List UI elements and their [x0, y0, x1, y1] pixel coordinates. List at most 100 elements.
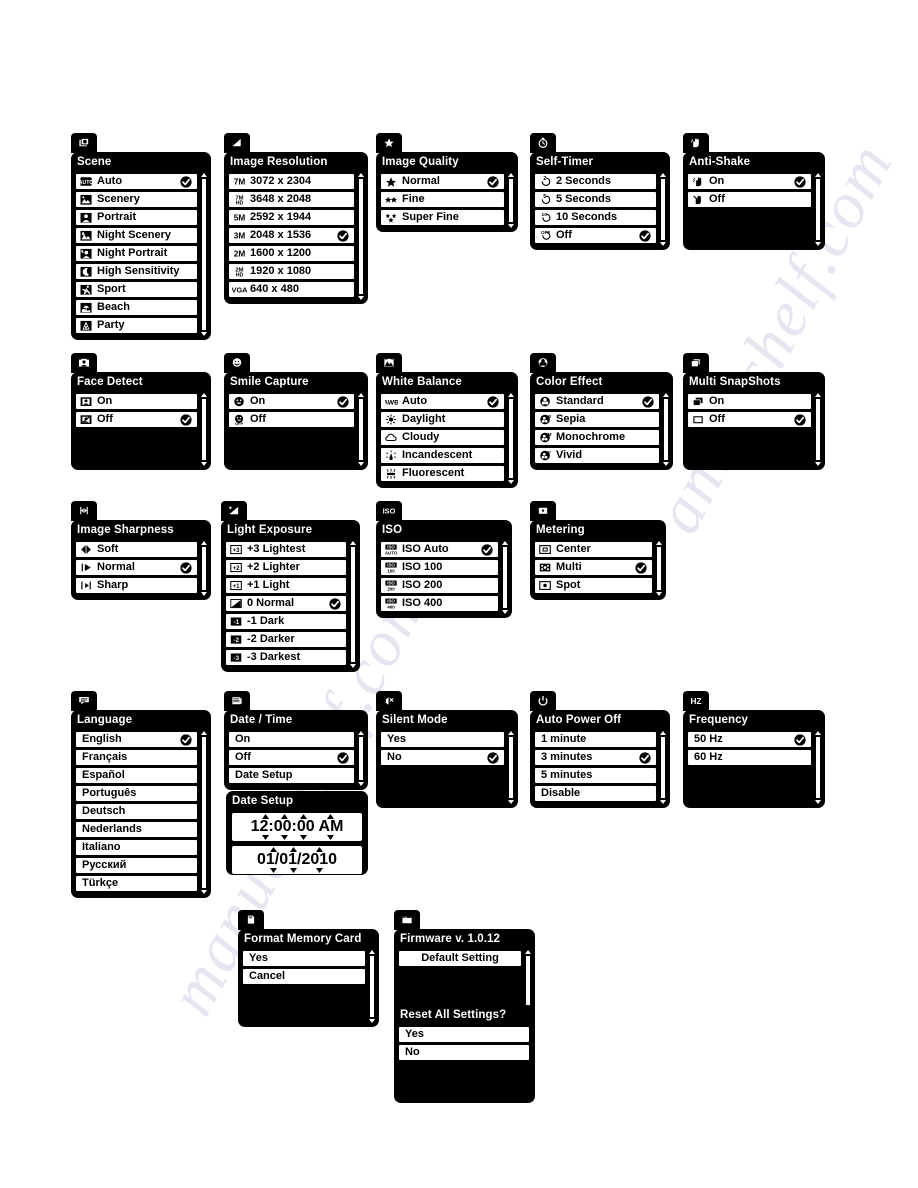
- menu-item-white-balance-3[interactable]: Incandescent: [380, 447, 505, 464]
- menu-item-reset-all-settings-1[interactable]: No: [398, 1044, 530, 1061]
- menu-item-color-effect-0[interactable]: Standard: [534, 393, 660, 410]
- menu-item-date-time-2[interactable]: Date Setup: [228, 767, 355, 784]
- menu-item-iso-0[interactable]: ISO AUTO ISO Auto: [380, 541, 499, 558]
- menu-item-white-balance-2[interactable]: Cloudy: [380, 429, 505, 446]
- menu-item-image-resolution-0[interactable]: 7M 3072 x 2304: [228, 173, 355, 190]
- menu-item-light-exposure-0[interactable]: +3 +3 Lightest: [225, 541, 347, 558]
- scrollbar-auto-power-off[interactable]: [660, 731, 666, 804]
- menu-item-language-0[interactable]: English: [75, 731, 198, 748]
- menu-item-reset-all-settings-0[interactable]: Yes: [398, 1026, 530, 1043]
- menu-item-language-2[interactable]: Español: [75, 767, 198, 784]
- scrollbar-track[interactable]: [660, 736, 666, 799]
- menu-item-white-balance-0[interactable]: AWBAuto: [380, 393, 505, 410]
- scroll-down-arrow-icon[interactable]: [815, 800, 821, 804]
- scroll-down-arrow-icon[interactable]: [369, 1019, 375, 1023]
- menu-item-scene-4[interactable]: Night Portrait: [75, 245, 198, 262]
- menu-item-language-3[interactable]: Português: [75, 785, 198, 802]
- menu-item-language-5[interactable]: Nederlands: [75, 821, 198, 838]
- scrollbar-color-effect[interactable]: [663, 393, 669, 466]
- menu-item-light-exposure-4[interactable]: -1 -1 Dark: [225, 613, 347, 630]
- scrollbar-frequency[interactable]: [815, 731, 821, 804]
- menu-item-image-resolution-6[interactable]: VGA 640 x 480: [228, 281, 355, 298]
- scroll-up-arrow-icon[interactable]: [358, 173, 364, 177]
- scroll-down-arrow-icon[interactable]: [815, 242, 821, 246]
- menu-item-anti-shake-0[interactable]: On: [687, 173, 812, 190]
- menu-item-light-exposure-6[interactable]: -3 -3 Darkest: [225, 649, 347, 666]
- scroll-up-arrow-icon[interactable]: [508, 393, 514, 397]
- scrollbar-iso[interactable]: [502, 541, 508, 614]
- menu-item-self-timer-2[interactable]: 10 10 Seconds: [534, 209, 657, 226]
- menu-item-auto-power-off-0[interactable]: 1 minute: [534, 731, 657, 748]
- scroll-down-arrow-icon[interactable]: [660, 800, 666, 804]
- scroll-up-arrow-icon[interactable]: [358, 393, 364, 397]
- menu-item-smile-capture-1[interactable]: OFF Off: [228, 411, 355, 428]
- scrollbar-white-balance[interactable]: [508, 393, 514, 484]
- menu-item-light-exposure-1[interactable]: +2 +2 Lighter: [225, 559, 347, 576]
- scrollbar-track[interactable]: [508, 736, 514, 799]
- menu-item-silent-mode-0[interactable]: Yes: [380, 731, 505, 748]
- menu-item-image-quality-0[interactable]: Normal: [380, 173, 505, 190]
- scrollbar-track[interactable]: [508, 398, 514, 479]
- menu-item-image-resolution-2[interactable]: 5M 2592 x 1944: [228, 209, 355, 226]
- menu-item-color-effect-1[interactable]: S Sepia: [534, 411, 660, 428]
- scroll-up-arrow-icon[interactable]: [656, 541, 662, 545]
- scroll-down-arrow-icon[interactable]: [358, 296, 364, 300]
- menu-item-metering-0[interactable]: Center: [534, 541, 653, 558]
- menu-item-image-quality-2[interactable]: Super Fine: [380, 209, 505, 226]
- menu-item-scene-7[interactable]: Beach: [75, 299, 198, 316]
- menu-item-metering-1[interactable]: Multi: [534, 559, 653, 576]
- scrollbar-track[interactable]: [350, 546, 356, 663]
- scrollbar-track[interactable]: [815, 178, 821, 241]
- scroll-up-arrow-icon[interactable]: [201, 541, 207, 545]
- menu-item-language-4[interactable]: Deutsch: [75, 803, 198, 820]
- menu-item-format-memory-card-1[interactable]: Cancel: [242, 968, 366, 985]
- scroll-up-arrow-icon[interactable]: [663, 393, 669, 397]
- menu-item-multi-snapshots-1[interactable]: Off: [687, 411, 812, 428]
- scrollbar-light-exposure[interactable]: [350, 541, 356, 668]
- menu-item-image-resolution-3[interactable]: 3M 2048 x 1536: [228, 227, 355, 244]
- scroll-down-arrow-icon[interactable]: [508, 800, 514, 804]
- scrollbar-track[interactable]: [369, 955, 375, 1018]
- scroll-up-arrow-icon[interactable]: [369, 950, 375, 954]
- menu-item-format-memory-card-0[interactable]: Yes: [242, 950, 366, 967]
- menu-item-frequency-1[interactable]: 60 Hz: [687, 749, 812, 766]
- menu-item-language-7[interactable]: Русский: [75, 857, 198, 874]
- scrollbar-face-detect[interactable]: [201, 393, 207, 466]
- menu-item-language-6[interactable]: Italiano: [75, 839, 198, 856]
- scroll-up-arrow-icon[interactable]: [508, 173, 514, 177]
- menu-item-auto-power-off-1[interactable]: 3 minutes: [534, 749, 657, 766]
- scroll-up-arrow-icon[interactable]: [502, 541, 508, 545]
- scroll-up-arrow-icon[interactable]: [201, 173, 207, 177]
- menu-item-auto-power-off-3[interactable]: Disable: [534, 785, 657, 802]
- scroll-up-arrow-icon[interactable]: [660, 731, 666, 735]
- menu-item-self-timer-0[interactable]: 2 2 Seconds: [534, 173, 657, 190]
- scrollbar-language[interactable]: [201, 731, 207, 894]
- menu-item-white-balance-1[interactable]: Daylight: [380, 411, 505, 428]
- scroll-up-arrow-icon[interactable]: [815, 393, 821, 397]
- menu-item-self-timer-1[interactable]: 5 5 Seconds: [534, 191, 657, 208]
- menu-item-color-effect-2[interactable]: M Monochrome: [534, 429, 660, 446]
- scrollbar-format-memory-card[interactable]: [369, 950, 375, 1023]
- date-value-field[interactable]: 01/01/2010: [231, 845, 363, 875]
- scrollbar-track[interactable]: [508, 178, 514, 223]
- menu-item-image-sharpness-0[interactable]: Soft: [75, 541, 198, 558]
- scrollbar-track[interactable]: [815, 398, 821, 461]
- scroll-up-arrow-icon[interactable]: [350, 541, 356, 545]
- menu-item-smile-capture-0[interactable]: On: [228, 393, 355, 410]
- scroll-up-arrow-icon[interactable]: [508, 731, 514, 735]
- menu-item-language-8[interactable]: Türkçe: [75, 875, 198, 892]
- scrollbar-date-time[interactable]: [358, 731, 364, 786]
- menu-item-silent-mode-1[interactable]: No: [380, 749, 505, 766]
- scroll-up-arrow-icon[interactable]: [815, 173, 821, 177]
- menu-item-scene-2[interactable]: Portrait: [75, 209, 198, 226]
- scroll-up-arrow-icon[interactable]: [201, 731, 207, 735]
- menu-item-light-exposure-3[interactable]: 0 Normal: [225, 595, 347, 612]
- menu-item-iso-1[interactable]: ISO 100 ISO 100: [380, 559, 499, 576]
- menu-item-firmware-0[interactable]: Default Setting: [398, 950, 522, 967]
- menu-item-anti-shake-1[interactable]: Off: [687, 191, 812, 208]
- menu-item-iso-2[interactable]: ISO 200 ISO 200: [380, 577, 499, 594]
- scroll-up-arrow-icon[interactable]: [525, 950, 531, 954]
- menu-item-auto-power-off-2[interactable]: 5 minutes: [534, 767, 657, 784]
- menu-item-scene-8[interactable]: Party: [75, 317, 198, 334]
- scroll-down-arrow-icon[interactable]: [358, 462, 364, 466]
